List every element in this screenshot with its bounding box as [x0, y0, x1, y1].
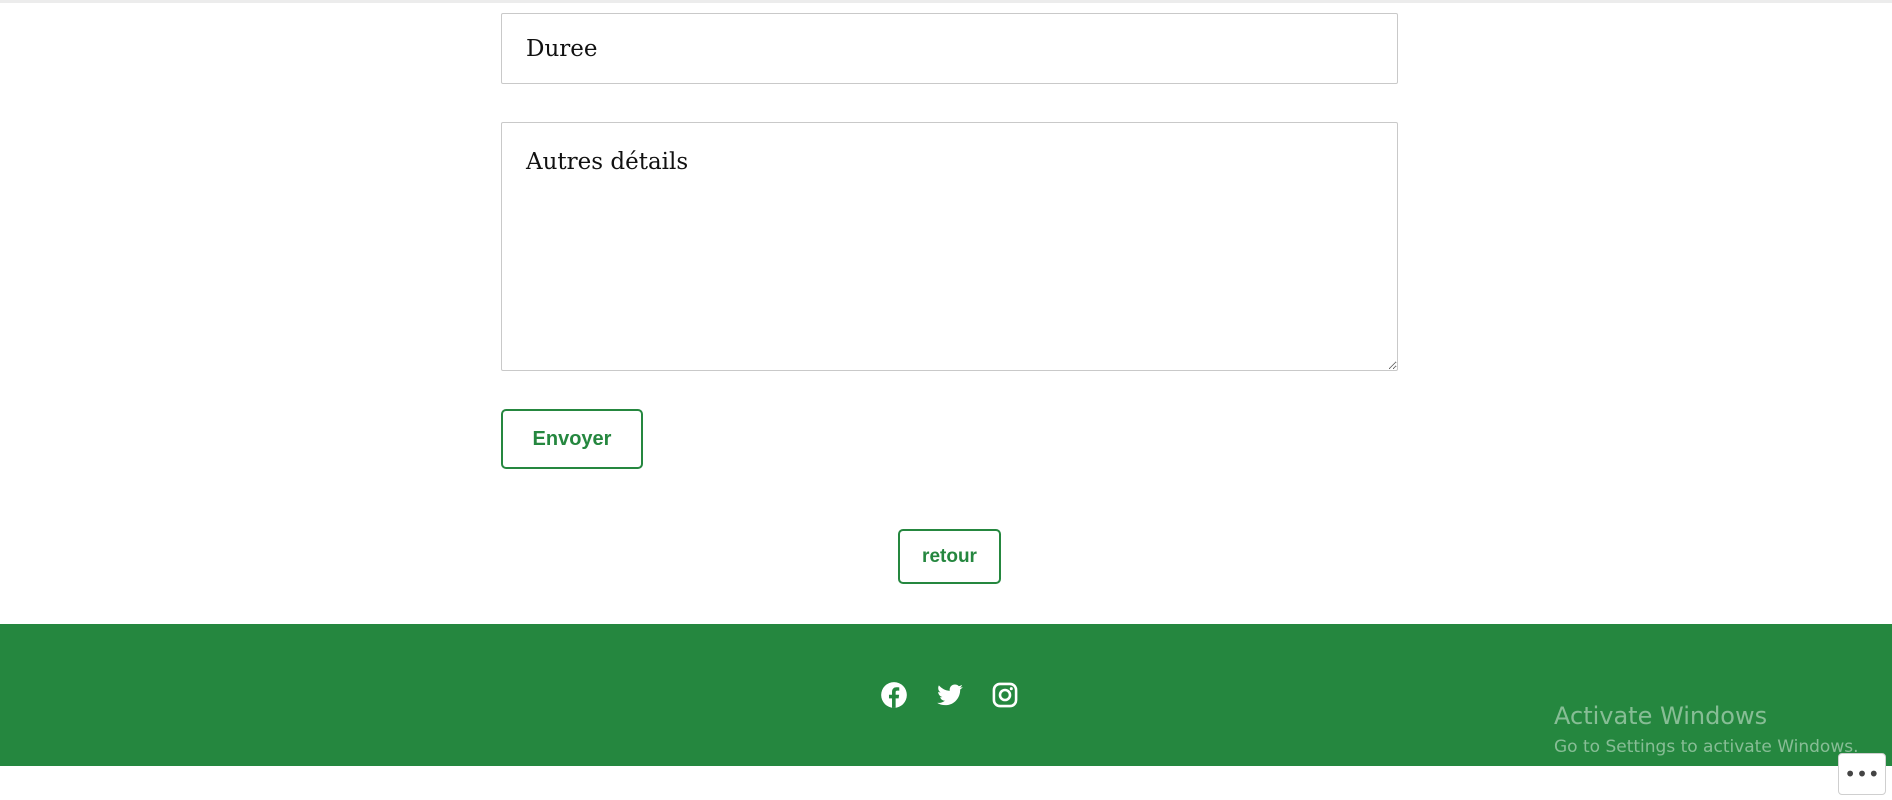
more-options-button[interactable]: ••• [1838, 753, 1886, 795]
back-button[interactable]: retour [898, 529, 1001, 584]
submit-button[interactable]: Envoyer [501, 409, 643, 469]
details-textarea[interactable] [501, 122, 1398, 371]
instagram-icon[interactable] [990, 680, 1020, 710]
activate-windows-title: Activate Windows [1554, 702, 1768, 730]
activate-windows-subtitle: Go to Settings to activate Windows. [1554, 737, 1859, 757]
duration-input[interactable] [501, 13, 1398, 84]
twitter-icon[interactable] [935, 680, 965, 710]
top-border [0, 0, 1892, 3]
facebook-icon[interactable] [879, 680, 909, 710]
